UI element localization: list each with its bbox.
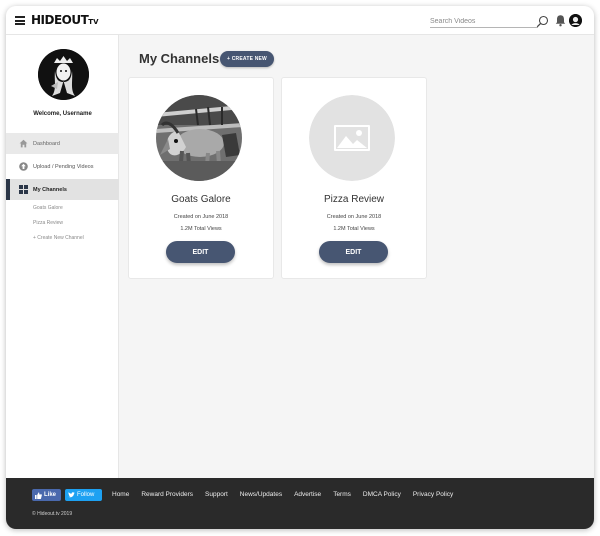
sidebar-item-my-channels[interactable]: My Channels	[6, 179, 119, 200]
sidebar-subitem-pizza-review[interactable]: Pizza Review	[33, 220, 63, 226]
sidebar-item-label: My Channels	[33, 186, 67, 193]
channel-name: Goats Galore	[171, 194, 231, 205]
grid-icon	[19, 185, 28, 194]
welcome-text: Welcome, Username	[33, 111, 92, 117]
like-label: Like	[44, 492, 57, 498]
twitter-follow-button[interactable]: Follow	[65, 489, 102, 501]
follow-label: Follow	[77, 492, 95, 498]
search-icon[interactable]	[536, 15, 549, 28]
footer-links: Home Reward Providers Support News/Updat…	[112, 491, 453, 498]
twitter-bird-icon	[68, 492, 75, 498]
channel-thumbnail[interactable]	[309, 95, 395, 181]
sidebar-subitem-create-channel[interactable]: + Create New Channel	[33, 235, 84, 241]
channel-card: Pizza Review Created on June 2018 1.2M T…	[281, 77, 427, 279]
edit-channel-button[interactable]: EDIT	[166, 241, 235, 263]
footer-link-home[interactable]: Home	[112, 491, 129, 498]
footer: Like Follow Home Reward Providers Suppor…	[6, 478, 594, 529]
thumbs-up-icon	[35, 491, 42, 499]
footer-link-advertise[interactable]: Advertise	[294, 491, 321, 498]
sidebar-subitem-goats-galore[interactable]: Goats Galore	[33, 205, 63, 211]
hamburger-menu-icon[interactable]	[15, 16, 25, 25]
sidebar-item-dashboard[interactable]: Dashboard	[6, 133, 119, 154]
footer-link-support[interactable]: Support	[205, 491, 228, 498]
active-indicator	[6, 179, 10, 200]
sidebar-item-label: Upload / Pending Videos	[33, 163, 94, 170]
logo-text: HIDEOUT	[31, 13, 89, 27]
channel-created-date: Created on June 2018	[326, 214, 382, 220]
channel-thumbnail[interactable]	[156, 95, 242, 181]
logo-suffix: TV	[88, 18, 99, 26]
sidebar-item-label: Dashboard	[33, 140, 60, 147]
profile-avatar[interactable]	[38, 49, 89, 100]
search-input[interactable]	[430, 15, 538, 28]
home-icon	[19, 139, 28, 148]
channel-created-date: Created on June 2018	[173, 214, 229, 220]
channel-total-views: 1.2M Total Views	[180, 226, 222, 232]
goat-photo-icon	[156, 95, 242, 181]
sidebar: Welcome, Username Dashboard Upload / Pen…	[6, 35, 119, 478]
channel-card: Goats Galore Created on June 2018 1.2M T…	[128, 77, 274, 279]
footer-link-privacy-policy[interactable]: Privacy Policy	[413, 491, 453, 498]
footer-link-reward-providers[interactable]: Reward Providers	[141, 491, 193, 498]
edit-channel-button[interactable]: EDIT	[319, 241, 388, 263]
channel-total-views: 1.2M Total Views	[333, 226, 375, 232]
page-title: My Channels	[139, 51, 220, 66]
footer-link-terms[interactable]: Terms	[333, 491, 351, 498]
user-avatar-icon[interactable]	[569, 14, 582, 27]
copyright-text: © Hideout.tv 2019	[32, 511, 73, 517]
footer-link-dmca-policy[interactable]: DMCA Policy	[363, 491, 401, 498]
sidebar-item-upload[interactable]: Upload / Pending Videos	[6, 156, 119, 177]
image-placeholder-icon	[309, 95, 395, 181]
profile-portrait-icon	[38, 49, 89, 100]
app-window: HIDEOUTTV Search Videos Welcome, Usernam…	[6, 6, 594, 529]
bell-icon[interactable]	[554, 14, 567, 27]
footer-link-news-updates[interactable]: News/Updates	[240, 491, 282, 498]
top-bar: HIDEOUTTV	[6, 6, 594, 35]
channel-name: Pizza Review	[323, 194, 385, 205]
facebook-like-button[interactable]: Like	[32, 489, 61, 501]
site-logo[interactable]: HIDEOUTTV	[31, 13, 99, 27]
create-new-button[interactable]: + CREATE NEW	[220, 51, 274, 67]
upload-icon	[19, 162, 28, 171]
